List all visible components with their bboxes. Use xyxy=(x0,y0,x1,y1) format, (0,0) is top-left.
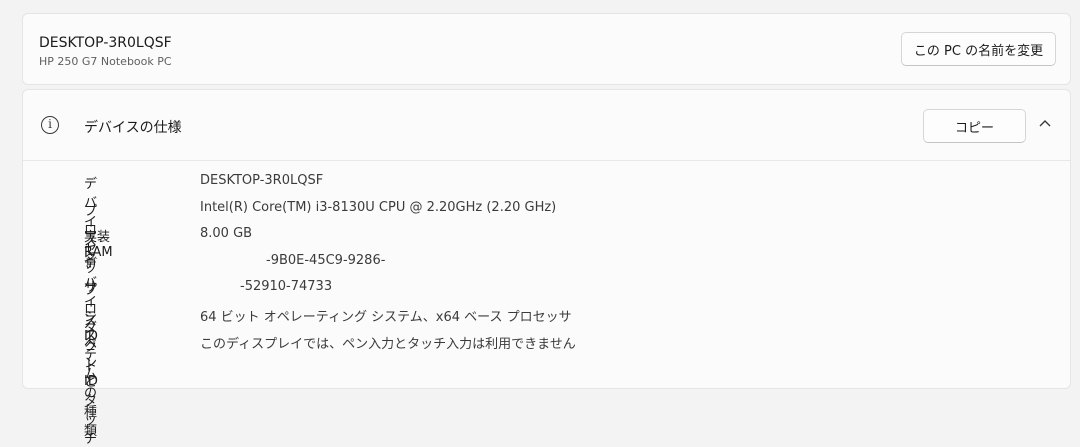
chevron-up-icon[interactable] xyxy=(1037,116,1053,132)
copy-button[interactable]: コピー xyxy=(923,109,1026,143)
rename-pc-button[interactable]: この PC の名前を変更 xyxy=(901,32,1056,66)
spec-value: このディスプレイでは、ペン入力とタッチ入力は利用できません xyxy=(200,336,576,352)
device-specs-title: デバイスの仕様 xyxy=(84,120,182,136)
spec-value: DESKTOP-3R0LQSF xyxy=(200,173,324,188)
spec-value: Intel(R) Core(TM) i3-8130U CPU @ 2.20GHz… xyxy=(200,199,557,215)
device-specs-card: i デバイスの仕様 コピー デバイス名 DESKTOP-3R0LQSF プロセッ… xyxy=(22,89,1071,447)
device-specs-header[interactable]: i デバイスの仕様 コピー xyxy=(23,90,1070,161)
spec-label: ペンとタッチ xyxy=(84,336,98,447)
info-icon: i xyxy=(41,116,59,134)
device-name: DESKTOP-3R0LQSF xyxy=(39,35,172,51)
spec-value: 64 ビット オペレーティング システム、x64 ベース プロセッサ xyxy=(200,309,572,325)
device-model: HP 250 G7 Notebook PC xyxy=(39,55,172,68)
spec-value: -9B0E-45C9-9286- xyxy=(266,252,386,268)
spec-value: -52910-74733 xyxy=(240,279,333,295)
spec-value: 8.00 GB xyxy=(200,226,253,242)
device-name-card: DESKTOP-3R0LQSF HP 250 G7 Notebook PC この… xyxy=(22,13,1071,85)
